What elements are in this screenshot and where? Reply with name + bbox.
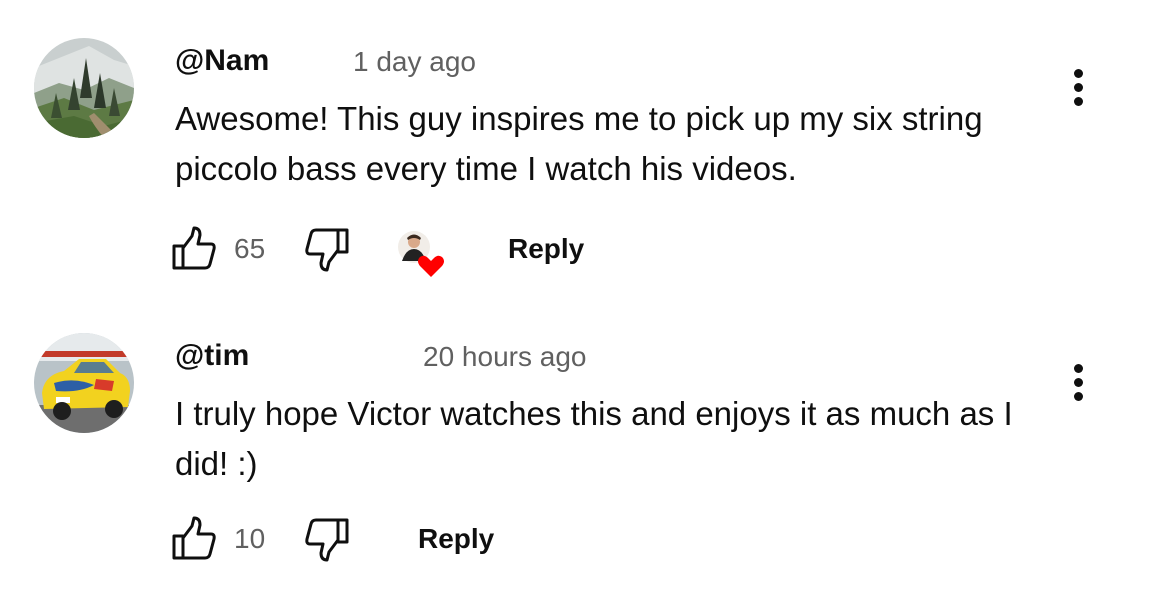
more-vert-icon-dot — [1074, 392, 1083, 401]
like-count: 10 — [234, 523, 266, 554]
comment-thread-2: @tim 20 hours ago I truly hope Victor wa… — [0, 0, 1149, 601]
reply-button[interactable]: Reply — [418, 522, 494, 556]
more-vert-icon-dot — [1074, 378, 1083, 387]
more-vert-icon-dot — [1074, 364, 1083, 373]
comment-author[interactable]: @tim — [175, 339, 249, 373]
author-avatar[interactable] — [34, 333, 134, 433]
like-button[interactable] — [170, 514, 220, 564]
comment-timestamp[interactable]: 20 hours ago — [423, 340, 586, 374]
thumbs-up-icon — [172, 516, 216, 560]
yellow-race-car-avatar-image — [34, 333, 134, 433]
comment-text: I truly hope Victor watches this and enj… — [175, 395, 1013, 482]
dislike-button[interactable] — [303, 516, 353, 566]
more-actions-button[interactable] — [1064, 361, 1094, 405]
thumbs-down-icon — [305, 518, 349, 562]
